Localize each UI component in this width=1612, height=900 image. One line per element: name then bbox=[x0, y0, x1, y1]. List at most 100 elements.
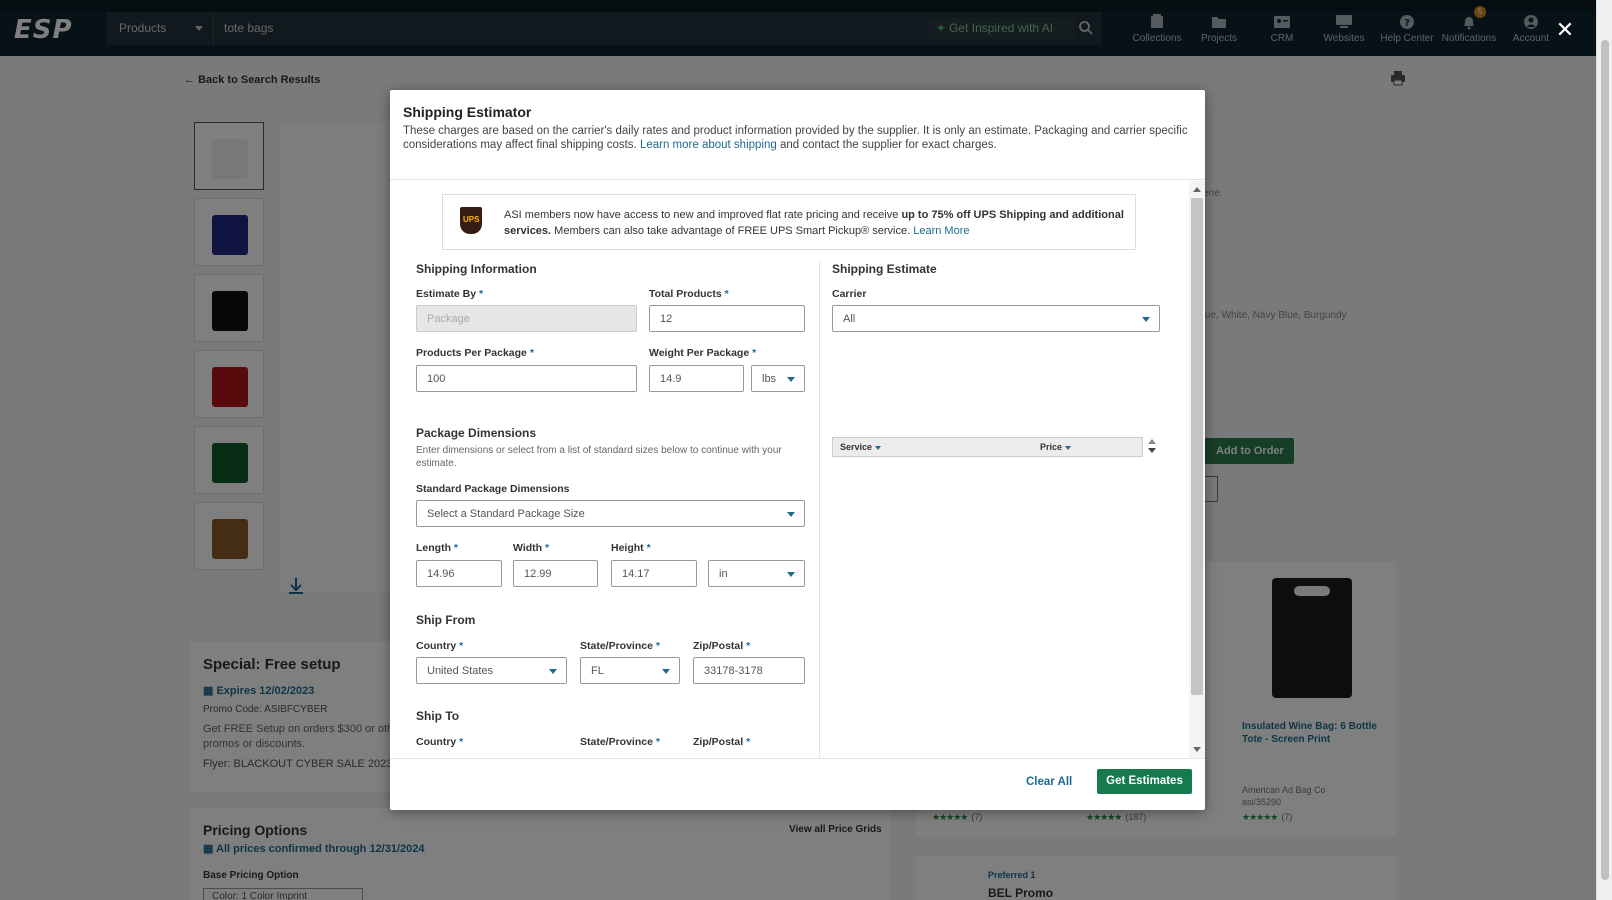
field-label-text: Country bbox=[416, 640, 457, 652]
field-label-text: State/Province bbox=[580, 736, 653, 748]
estimate-by-select: Package bbox=[416, 305, 637, 332]
state-value: FL bbox=[591, 665, 604, 677]
required-marker: * bbox=[459, 736, 464, 748]
required-marker: * bbox=[453, 542, 459, 554]
scroll-down-icon[interactable] bbox=[1193, 747, 1201, 752]
modal-description: These charges are based on the carrier's… bbox=[403, 124, 1193, 152]
shipping-estimate-title: Shipping Estimate bbox=[832, 262, 937, 276]
length-input[interactable]: 14.96 bbox=[416, 560, 502, 587]
ship-to-state-label: State/Province * bbox=[580, 736, 660, 748]
chevron-down-icon bbox=[549, 669, 557, 674]
ups-logo: UPS bbox=[460, 207, 482, 234]
ups-logo-text: UPS bbox=[463, 215, 480, 224]
dimension-unit-select[interactable]: in bbox=[708, 560, 805, 587]
chevron-down-icon bbox=[787, 512, 795, 517]
ups-text: Members can also take advantage of FREE … bbox=[554, 225, 911, 237]
ship-from-country-label: Country * bbox=[416, 640, 463, 652]
column-divider bbox=[819, 261, 820, 758]
width-label: Width * bbox=[513, 542, 549, 554]
width-input[interactable]: 12.99 bbox=[513, 560, 598, 587]
weight-per-package-input[interactable]: 14.9 bbox=[649, 365, 744, 392]
ship-to-zip-label: Zip/Postal * bbox=[693, 736, 750, 748]
modal-title: Shipping Estimator bbox=[403, 104, 532, 120]
length-label: Length * bbox=[416, 542, 458, 554]
required-marker: * bbox=[479, 288, 484, 300]
field-label-text: Estimate By bbox=[416, 288, 477, 300]
close-icon[interactable]: ✕ bbox=[1554, 20, 1576, 42]
ship-to-country-label: Country * bbox=[416, 736, 463, 748]
sort-icon bbox=[1065, 445, 1072, 450]
scroll-up-icon[interactable] bbox=[1193, 187, 1201, 192]
ship-from-country-select[interactable]: United States bbox=[416, 657, 567, 684]
required-marker: * bbox=[724, 288, 729, 300]
ship-from-zip-input[interactable]: 33178-3178 bbox=[693, 657, 805, 684]
modal-header: Shipping Estimator These charges are bas… bbox=[390, 90, 1205, 180]
standard-package-label: Standard Package Dimensions bbox=[416, 483, 570, 495]
total-products-input[interactable]: 12 bbox=[649, 305, 805, 332]
estimate-results-table-header: Service Price bbox=[832, 437, 1143, 457]
get-estimates-button[interactable]: Get Estimates bbox=[1097, 769, 1192, 794]
required-marker: * bbox=[655, 736, 660, 748]
weight-unit-select[interactable]: lbs bbox=[751, 365, 805, 392]
desc-text: and contact the supplier for exact charg… bbox=[779, 139, 997, 151]
field-label-text: Width bbox=[513, 542, 543, 554]
field-label-text: Country bbox=[416, 736, 457, 748]
scrollbar-thumb[interactable] bbox=[1191, 198, 1203, 695]
ups-promo-banner: UPS ASI members now have access to new a… bbox=[442, 194, 1136, 250]
ship-from-zip-label: Zip/Postal * bbox=[693, 640, 750, 652]
weight-per-package-label: Weight Per Package * bbox=[649, 347, 756, 359]
weight-unit-value: lbs bbox=[762, 373, 777, 385]
chevron-up-icon bbox=[1148, 439, 1156, 444]
required-marker: * bbox=[459, 640, 464, 652]
package-dimensions-hint: Enter dimensions or select from a list o… bbox=[416, 445, 782, 469]
required-marker: * bbox=[655, 640, 660, 652]
ship-from-title: Ship From bbox=[416, 613, 476, 627]
field-label-text: Products Per Package bbox=[416, 347, 527, 359]
standard-package-select[interactable]: Select a Standard Package Size bbox=[416, 500, 805, 527]
field-label-text: Total Products bbox=[649, 288, 722, 300]
required-marker: * bbox=[752, 347, 757, 359]
field-label-text: Weight Per Package bbox=[649, 347, 750, 359]
chevron-down-icon bbox=[662, 669, 670, 674]
chevron-down-icon bbox=[1142, 317, 1150, 322]
ship-from-state-select[interactable]: FL bbox=[580, 657, 680, 684]
required-marker: * bbox=[544, 542, 550, 554]
height-input[interactable]: 14.17 bbox=[611, 560, 697, 587]
clear-all-button[interactable]: Clear All bbox=[1026, 776, 1072, 788]
ups-text: ASI members now have access to new and i… bbox=[504, 209, 899, 221]
required-marker: * bbox=[746, 736, 751, 748]
price-column-header[interactable]: Price bbox=[1040, 442, 1072, 452]
scrollbar-thumb[interactable] bbox=[1601, 40, 1609, 880]
learn-more-shipping-link[interactable]: Learn more about shipping bbox=[640, 139, 777, 151]
modal-scrollbar[interactable] bbox=[1189, 181, 1205, 758]
carrier-select[interactable]: All bbox=[832, 305, 1160, 332]
required-marker: * bbox=[746, 640, 751, 652]
ship-from-state-label: State/Province * bbox=[580, 640, 660, 652]
shipping-estimator-modal: Shipping Estimator These charges are bas… bbox=[390, 90, 1205, 810]
column-label: Service bbox=[840, 442, 873, 452]
page-scrollbar[interactable] bbox=[1596, 0, 1612, 900]
sort-icon bbox=[875, 445, 882, 450]
chevron-down-icon bbox=[787, 572, 795, 577]
height-label: Height * bbox=[611, 542, 651, 554]
modal-footer: Clear All Get Estimates bbox=[390, 758, 1205, 810]
dimension-unit-value: in bbox=[719, 568, 728, 580]
standard-package-placeholder: Select a Standard Package Size bbox=[427, 508, 585, 520]
field-label-text: Height bbox=[611, 542, 644, 554]
ship-to-title: Ship To bbox=[416, 709, 460, 723]
required-marker: * bbox=[529, 347, 534, 359]
total-products-label: Total Products * bbox=[649, 288, 729, 300]
ups-learn-more-link[interactable]: Learn More bbox=[913, 225, 969, 237]
products-per-package-label: Products Per Package * bbox=[416, 347, 534, 359]
field-label-text: State/Province bbox=[580, 640, 653, 652]
estimate-by-label: Estimate By * bbox=[416, 288, 483, 300]
column-label: Price bbox=[1040, 442, 1063, 452]
table-scroll-arrows[interactable] bbox=[1147, 437, 1157, 457]
ups-promo-text: ASI members now have access to new and i… bbox=[504, 207, 1124, 239]
required-marker: * bbox=[646, 542, 651, 554]
chevron-down-icon bbox=[787, 377, 795, 382]
modal-body: UPS ASI members now have access to new a… bbox=[390, 181, 1190, 758]
carrier-label: Carrier bbox=[832, 288, 867, 300]
service-column-header[interactable]: Service bbox=[840, 442, 882, 452]
products-per-package-input[interactable]: 100 bbox=[416, 365, 637, 392]
